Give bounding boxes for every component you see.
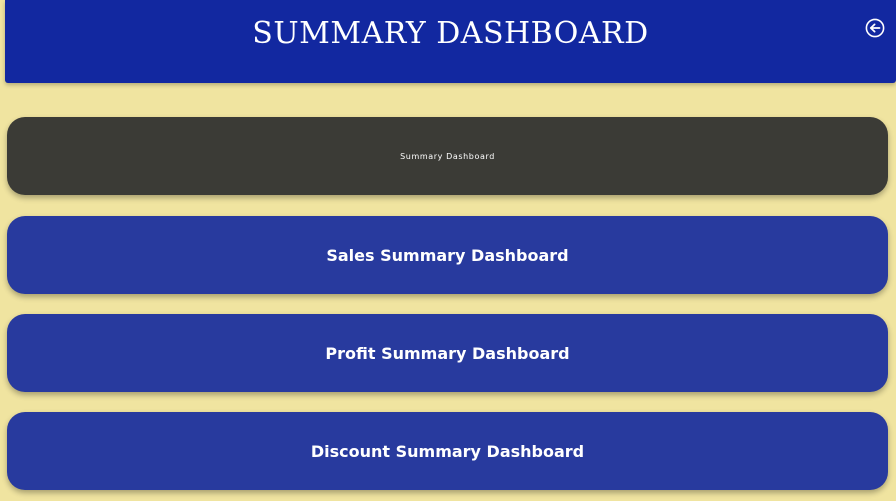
back-arrow-icon[interactable]	[865, 18, 885, 38]
discount-summary-dashboard-label: Discount Summary Dashboard	[310, 441, 585, 461]
sales-summary-dashboard-label: Sales Summary Dashboard	[326, 245, 569, 265]
page-title: SUMMARY DASHBOARD	[252, 16, 649, 51]
discount-summary-dashboard-button[interactable]: Discount Summary Dashboard	[7, 412, 888, 490]
profit-summary-dashboard-label: Profit Summary Dashboard	[325, 343, 570, 363]
summary-dashboard-button[interactable]: Summary Dashboard	[7, 117, 888, 195]
sales-summary-dashboard-button[interactable]: Sales Summary Dashboard	[7, 216, 888, 294]
summary-dashboard-label: Summary Dashboard	[400, 151, 495, 161]
profit-summary-dashboard-button[interactable]: Profit Summary Dashboard	[7, 314, 888, 392]
header-bar: SUMMARY DASHBOARD	[5, 0, 896, 83]
